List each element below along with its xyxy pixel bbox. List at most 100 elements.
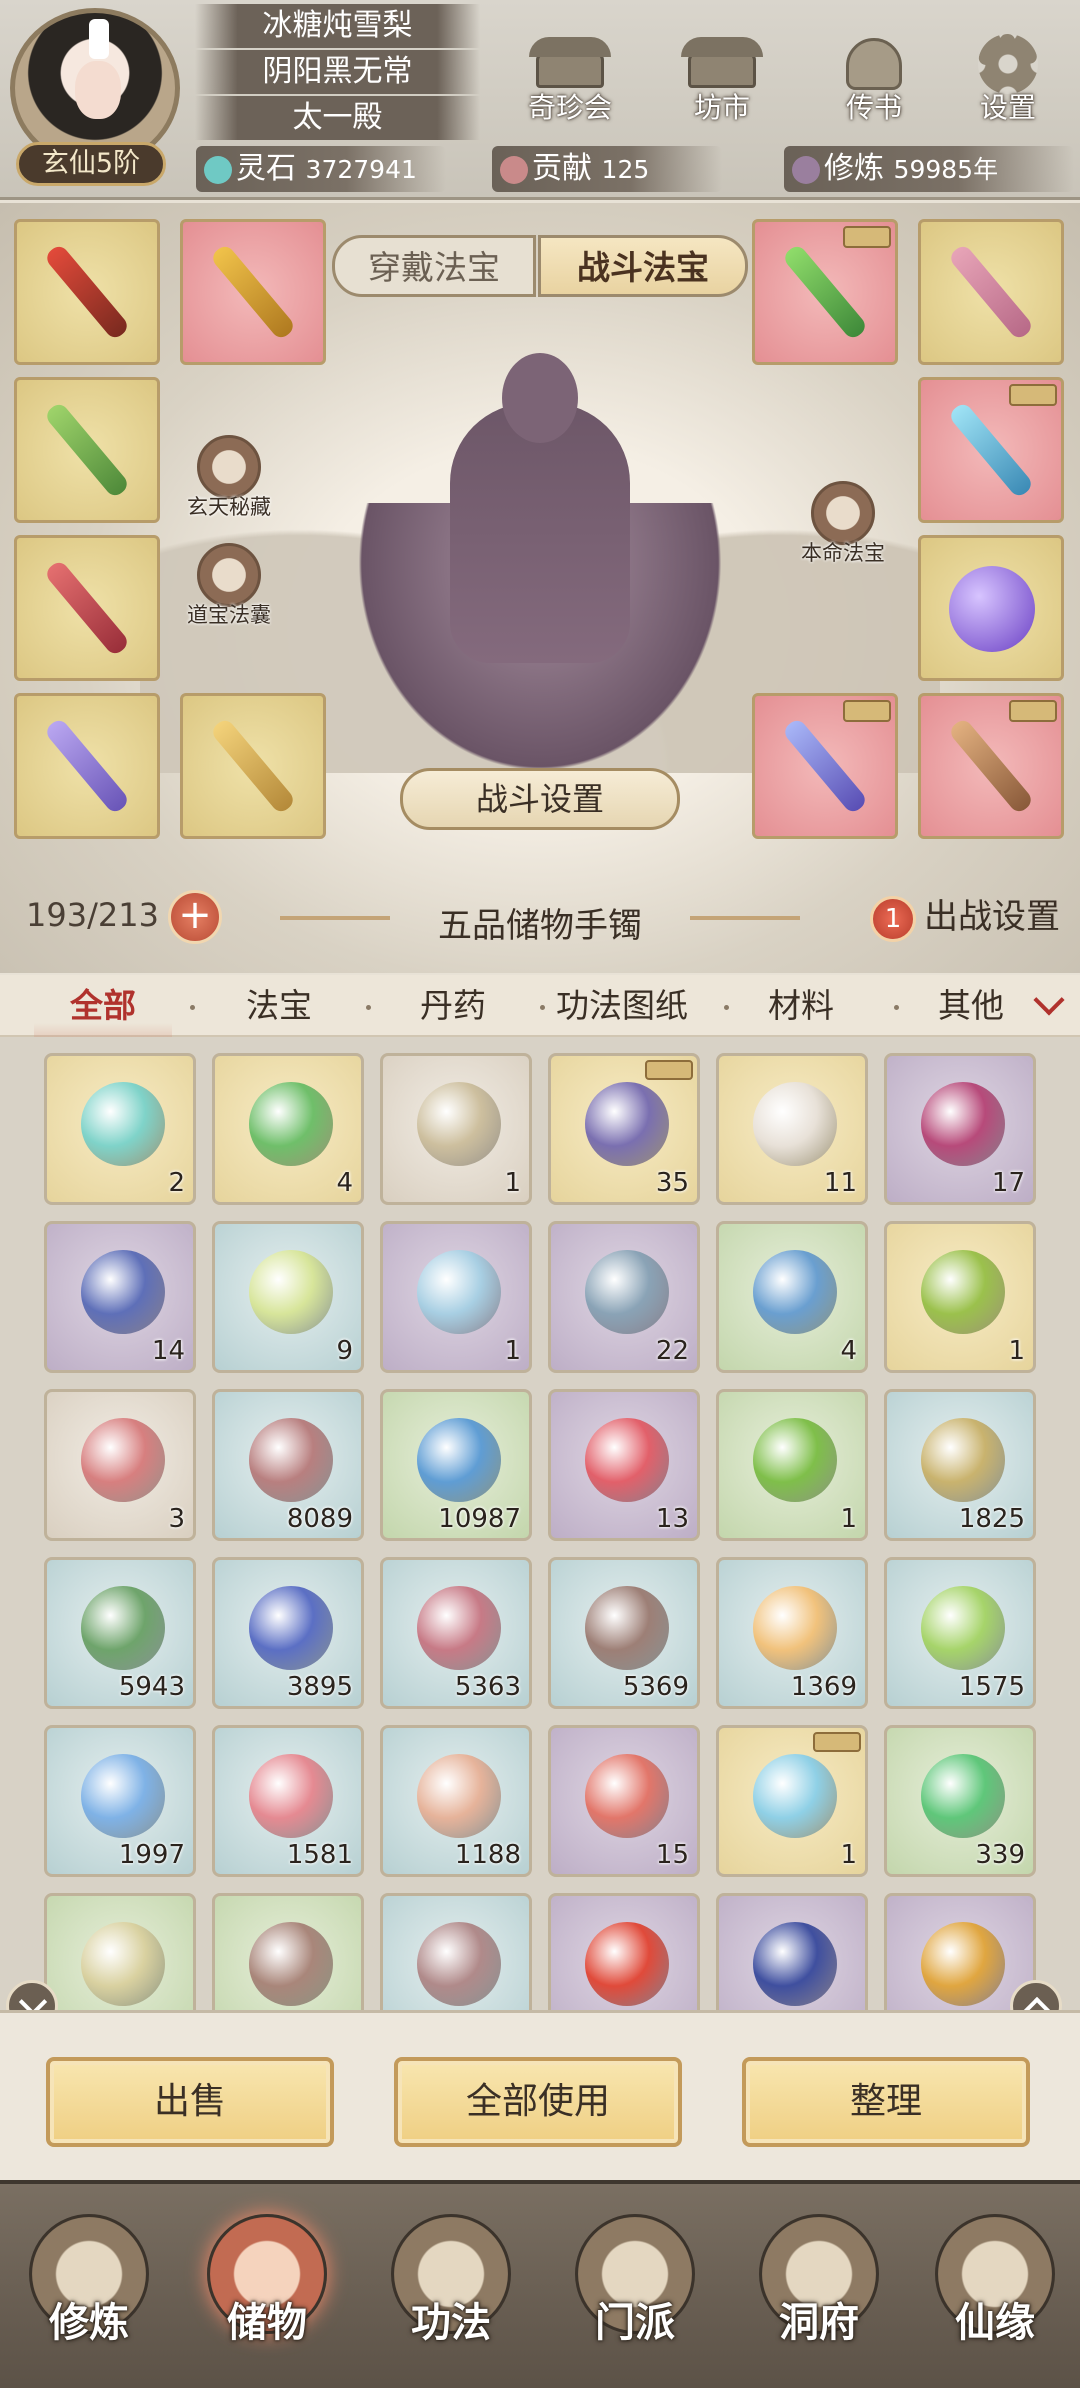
- nav-sect[interactable]: 门派: [560, 2214, 710, 2384]
- expand-capacity-button[interactable]: +: [168, 890, 222, 944]
- item-count: 1825: [958, 1504, 1025, 1534]
- inventory-item[interactable]: 1997: [44, 1725, 196, 1877]
- inventory-item[interactable]: [212, 1893, 364, 2017]
- inventory-item[interactable]: 5943: [44, 1557, 196, 1709]
- inventory-item[interactable]: 8089: [212, 1389, 364, 1541]
- tab-treasures[interactable]: 法宝: [246, 981, 312, 1031]
- inventory-item[interactable]: 22: [548, 1221, 700, 1373]
- inventory-item[interactable]: [716, 1893, 868, 2017]
- inventory-item[interactable]: 11: [716, 1053, 868, 1205]
- item-icon: [249, 1250, 333, 1334]
- inventory-item[interactable]: 5363: [380, 1557, 532, 1709]
- equip-slot-flower-staff[interactable]: [918, 219, 1064, 365]
- inventory-item[interactable]: 3: [44, 1389, 196, 1541]
- equip-slot-gold-sword[interactable]: [180, 693, 326, 839]
- item-count: 8089: [286, 1504, 353, 1534]
- nav-techniques[interactable]: 功法: [376, 2214, 526, 2384]
- item-icon: [921, 1754, 1005, 1838]
- cultivation-icon: [792, 155, 820, 184]
- inventory-item[interactable]: 1575: [884, 1557, 1036, 1709]
- inventory-item[interactable]: 35: [548, 1053, 700, 1205]
- tab-pills[interactable]: 丹药: [420, 981, 486, 1031]
- dao-treasure-bag-button[interactable]: 道宝法囊: [174, 543, 284, 629]
- tab-all[interactable]: 全部: [34, 981, 172, 1045]
- inventory-item[interactable]: 1581: [212, 1725, 364, 1877]
- cultivation-counter[interactable]: 修炼 59985年: [784, 146, 1074, 192]
- nav-cultivate[interactable]: 修炼: [14, 2214, 164, 2384]
- chevron-down-icon[interactable]: [1033, 984, 1065, 1016]
- use-all-button[interactable]: 全部使用: [394, 2057, 682, 2147]
- menu-letter-button[interactable]: 传书: [814, 28, 934, 126]
- item-count: 10987: [438, 1504, 521, 1534]
- inventory-item[interactable]: [44, 1893, 196, 2017]
- item-icon: [249, 1082, 333, 1166]
- bronze-sword-icon: [947, 716, 1035, 816]
- natal-treasure-label: 本命法宝: [801, 541, 885, 565]
- equip-slot-spirit-sword[interactable]: [752, 693, 898, 839]
- inventory-item[interactable]: 339: [884, 1725, 1036, 1877]
- equip-slot-ice-sword[interactable]: [918, 377, 1064, 523]
- item-count: 1: [504, 1168, 521, 1198]
- equip-slot-sword[interactable]: [180, 219, 326, 365]
- xuantian-vault-button[interactable]: 玄天秘藏: [174, 435, 284, 521]
- inventory-item[interactable]: 1369: [716, 1557, 868, 1709]
- tab-techniques[interactable]: 功法图纸: [556, 981, 688, 1031]
- inventory-item[interactable]: 1: [380, 1053, 532, 1205]
- tab-materials[interactable]: 材料: [768, 981, 834, 1031]
- inventory-item[interactable]: 5369: [548, 1557, 700, 1709]
- inventory-item[interactable]: 14: [44, 1221, 196, 1373]
- sell-button[interactable]: 出售: [46, 2057, 334, 2147]
- battle-settings-button[interactable]: 战斗设置: [400, 768, 680, 830]
- equip-slot-green-sword[interactable]: [752, 219, 898, 365]
- inventory-item[interactable]: 1: [716, 1389, 868, 1541]
- tab-others[interactable]: 其他: [938, 981, 1004, 1031]
- equip-slot-blade[interactable]: [14, 219, 160, 365]
- inventory-item[interactable]: 1: [716, 1725, 868, 1877]
- inventory-item[interactable]: 17: [884, 1053, 1036, 1205]
- inventory-item[interactable]: 1188: [380, 1725, 532, 1877]
- spirit-stone-counter[interactable]: 灵石 3727941: [196, 146, 446, 192]
- menu-settings-button[interactable]: 设置: [948, 28, 1068, 126]
- lock-icon: [1009, 700, 1057, 722]
- inventory-item[interactable]: [380, 1893, 532, 2017]
- nav-fate[interactable]: 仙缘: [920, 2214, 1070, 2384]
- equip-slot-jade-sword[interactable]: [14, 377, 160, 523]
- tab-battle-treasure[interactable]: 战斗法宝: [538, 235, 748, 297]
- inventory-item[interactable]: 1: [380, 1221, 532, 1373]
- top-header: 玄仙5阶 冰糖炖雪梨 阴阳黑无常 太一殿 奇珍会 坊市 传书 设置 灵石 372…: [0, 0, 1080, 200]
- item-icon: [249, 1754, 333, 1838]
- menu-treasure-hall-button[interactable]: 奇珍会: [510, 28, 630, 126]
- contribution-value: 125: [601, 155, 650, 184]
- nav-label: 洞府: [779, 2300, 859, 2346]
- inventory-grid[interactable]: 2 4 1 35 11 17 14 9 1 22 4 1 3 8089 10987 13 1 1825 5943 38…: [0, 1037, 1080, 2017]
- inventory-item[interactable]: 13: [548, 1389, 700, 1541]
- equip-slot-purple-sword[interactable]: [14, 693, 160, 839]
- equip-slot-orb[interactable]: [918, 535, 1064, 681]
- inventory-item[interactable]: 1: [884, 1221, 1036, 1373]
- inventory-item[interactable]: 10987: [380, 1389, 532, 1541]
- inventory-item[interactable]: 2: [44, 1053, 196, 1205]
- flame-blade-icon: [43, 242, 131, 342]
- item-icon: [585, 1754, 669, 1838]
- separator-dot: [724, 1005, 729, 1010]
- nav-storage[interactable]: 储物: [192, 2214, 342, 2384]
- contribution-counter[interactable]: 贡献 125: [492, 146, 722, 192]
- inventory-item[interactable]: 3895: [212, 1557, 364, 1709]
- inventory-item[interactable]: 4: [212, 1053, 364, 1205]
- sort-button[interactable]: 整理: [742, 2057, 1030, 2147]
- menu-market-button[interactable]: 坊市: [662, 28, 782, 126]
- sword-emblem-icon: [811, 481, 875, 545]
- nav-cave[interactable]: 洞府: [744, 2214, 894, 2384]
- inventory-item[interactable]: 4: [716, 1221, 868, 1373]
- inventory-item[interactable]: 15: [548, 1725, 700, 1877]
- item-icon: [921, 1250, 1005, 1334]
- inventory-item[interactable]: 9: [212, 1221, 364, 1373]
- equip-slot-red-sword[interactable]: [14, 535, 160, 681]
- equip-slot-bronze-sword[interactable]: [918, 693, 1064, 839]
- inventory-item[interactable]: [548, 1893, 700, 2017]
- natal-treasure-button[interactable]: 本命法宝: [788, 481, 898, 567]
- item-icon: [585, 1586, 669, 1670]
- deploy-settings-button[interactable]: 1 出战设置: [870, 890, 1060, 944]
- inventory-item[interactable]: 1825: [884, 1389, 1036, 1541]
- tab-wear-treasure[interactable]: 穿戴法宝: [332, 235, 536, 297]
